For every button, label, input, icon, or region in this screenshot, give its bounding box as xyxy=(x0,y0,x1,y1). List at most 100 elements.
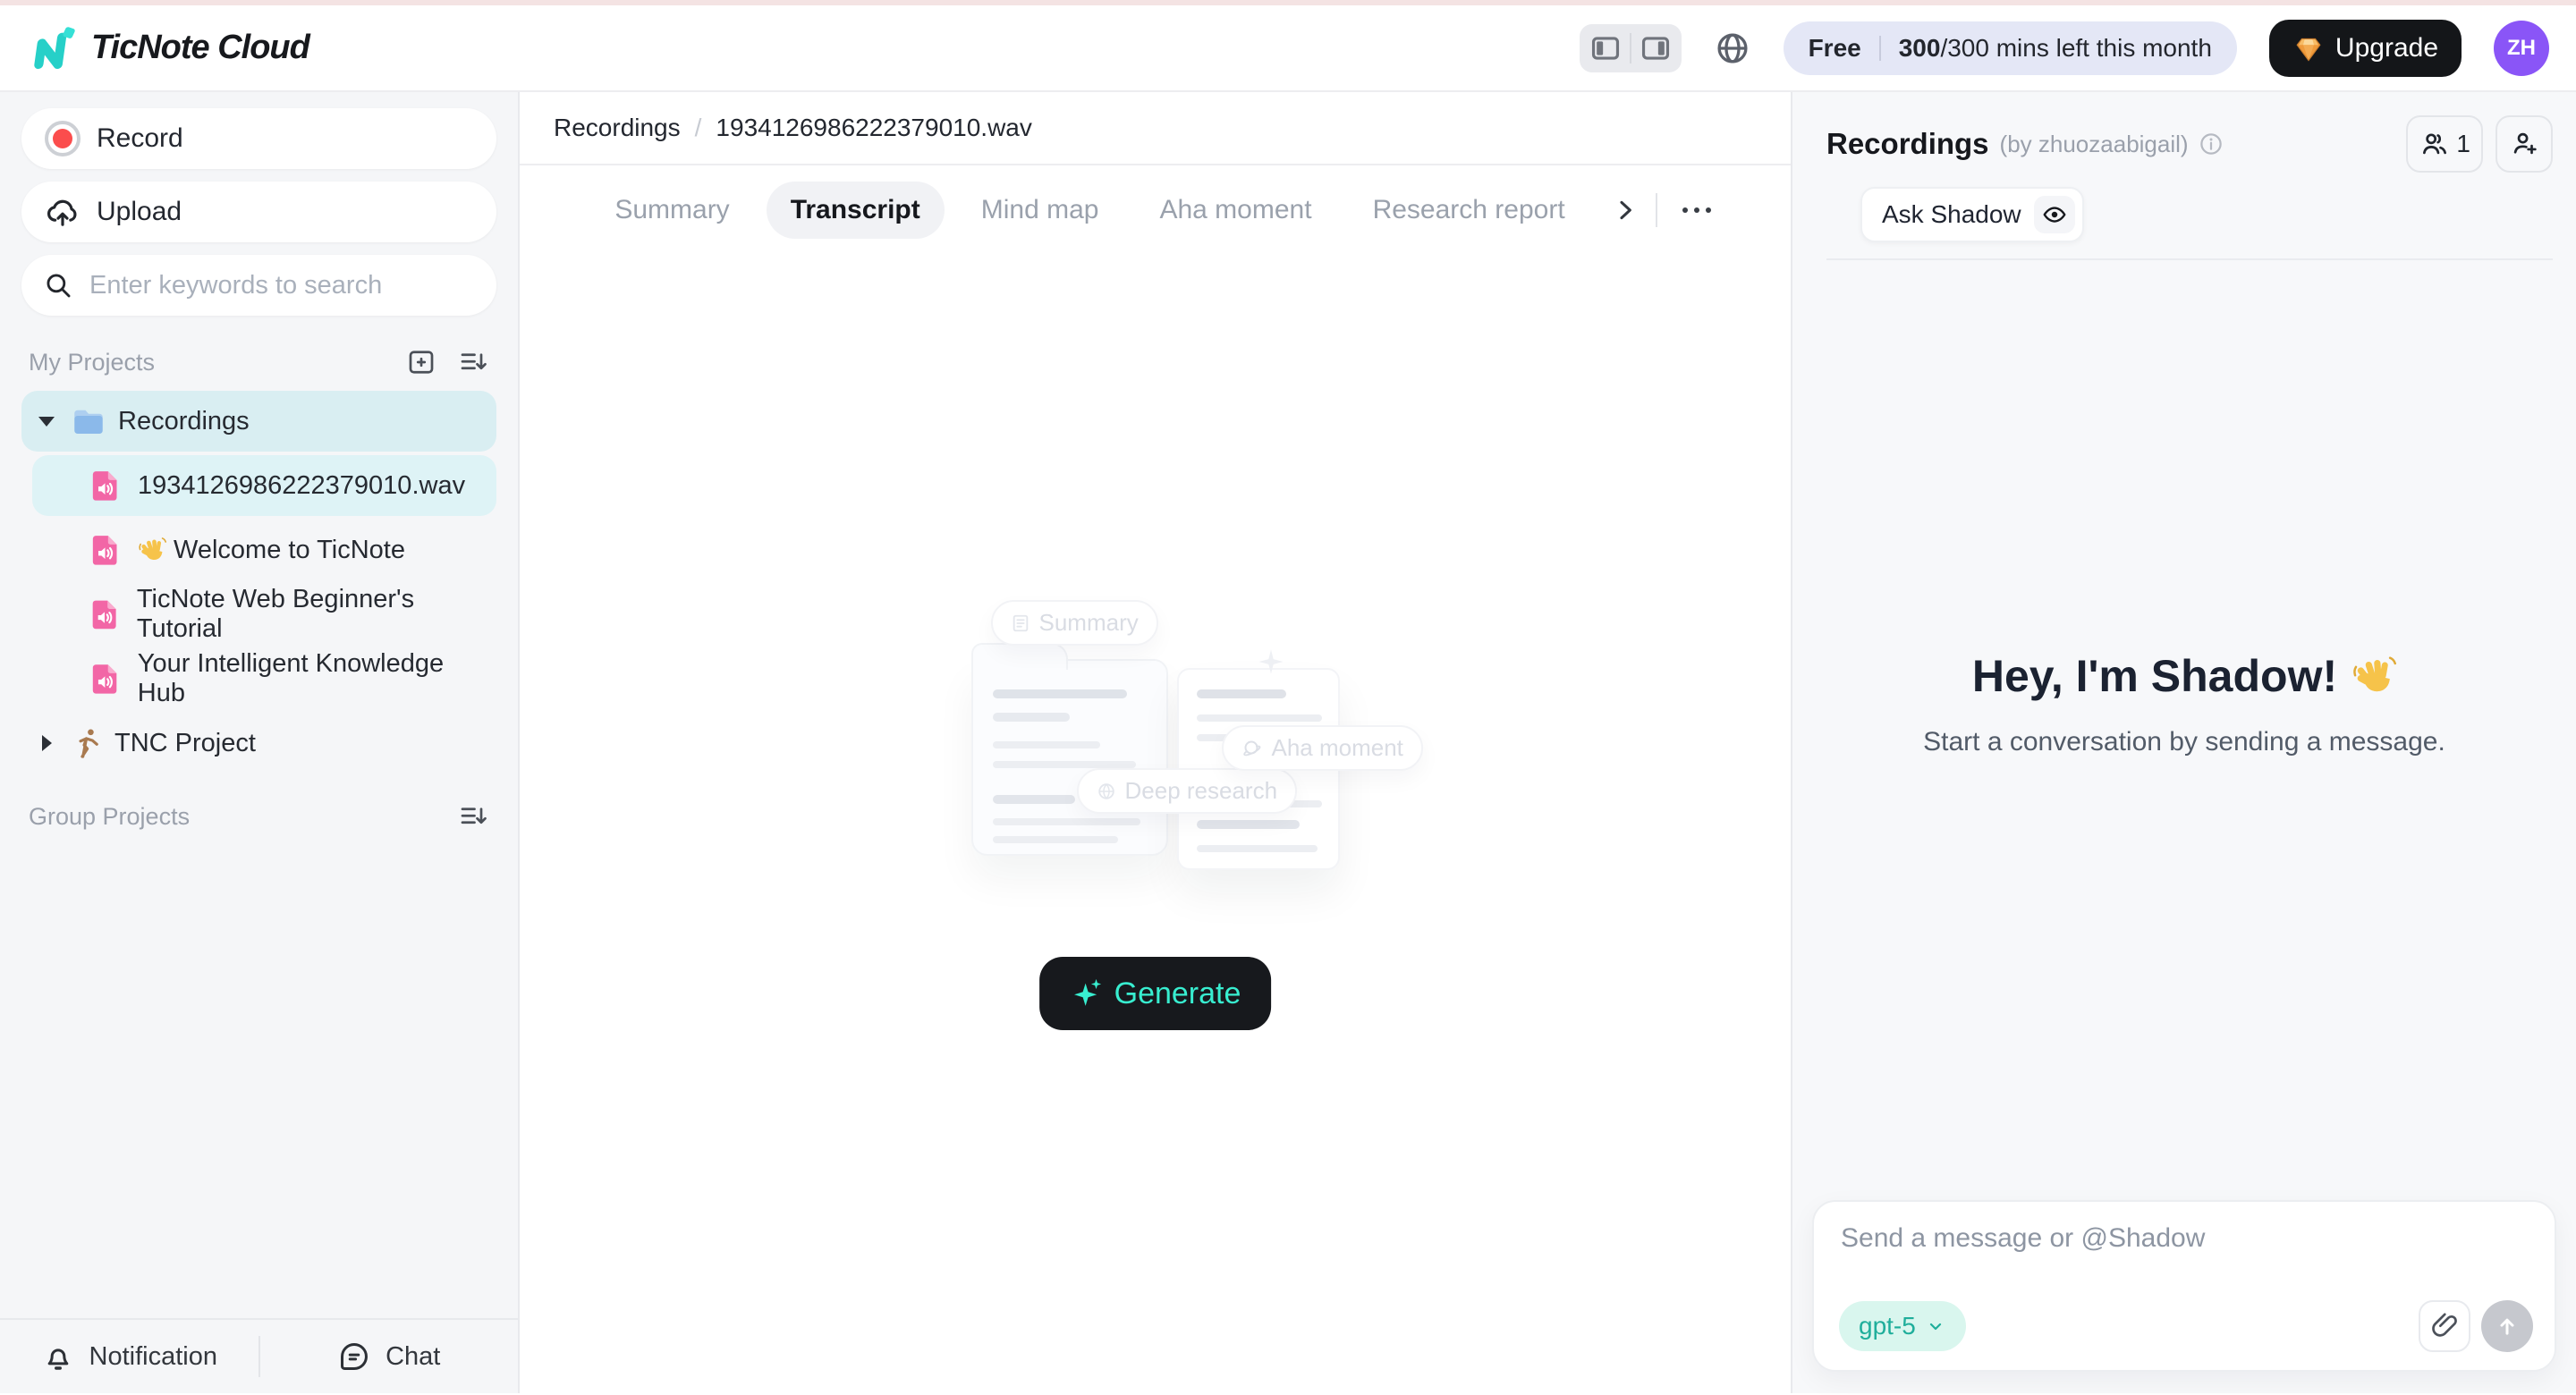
message-input[interactable] xyxy=(1839,1222,2533,1300)
eye-icon xyxy=(2041,201,2068,228)
file-label: TicNote Web Beginner's Tutorial xyxy=(137,585,496,644)
member-count: 1 xyxy=(2456,130,2470,158)
caret-down-icon[interactable] xyxy=(34,417,59,427)
tab-bar: Summary Transcript Mind map Aha moment R… xyxy=(520,165,1791,255)
model-selector[interactable]: gpt-5 xyxy=(1839,1301,1966,1351)
sparkle-icon xyxy=(1070,975,1107,1012)
sidebar-footer: Notification Chat xyxy=(0,1318,518,1393)
sidebar-item-tnc-project[interactable]: TNC Project xyxy=(21,713,496,774)
record-label: Record xyxy=(97,123,183,154)
wave-emoji-icon xyxy=(138,536,166,564)
wave-emoji-icon xyxy=(2351,654,2396,698)
send-button[interactable] xyxy=(2481,1300,2533,1352)
audio-file-icon xyxy=(88,596,123,632)
gem-icon xyxy=(2292,32,2325,64)
chat-label: Chat xyxy=(386,1342,440,1372)
upload-label: Upload xyxy=(97,197,182,227)
tabs-more-button[interactable] xyxy=(1674,199,1720,222)
folder-label: Recordings xyxy=(118,407,250,436)
globe-icon xyxy=(1714,30,1751,67)
avatar-initials: ZH xyxy=(2507,36,2536,61)
panel-toggle-group xyxy=(1580,24,1682,72)
sidebar-item-recordings-folder[interactable]: Recordings xyxy=(21,391,496,452)
chevron-right-icon xyxy=(1611,196,1640,224)
chat-bubble-icon xyxy=(337,1340,371,1374)
search-input[interactable] xyxy=(88,270,475,301)
panel-right-icon xyxy=(1639,31,1673,65)
folder-plus-icon xyxy=(405,346,437,378)
usage-label: 300/300 mins left this month xyxy=(1899,34,2212,63)
new-project-button[interactable] xyxy=(405,346,437,378)
tab-research-report[interactable]: Research report xyxy=(1349,182,1589,239)
ticnote-logo-icon xyxy=(30,24,79,72)
plan-usage-badge: Free 300/300 mins left this month xyxy=(1784,21,2237,75)
user-avatar[interactable]: ZH xyxy=(2494,21,2549,76)
tab-summary[interactable]: Summary xyxy=(590,182,753,239)
brand-logo: TicNote Cloud xyxy=(30,24,309,72)
file-label: Your Intelligent Knowledge Hub xyxy=(138,649,496,708)
chevron-down-icon xyxy=(1925,1315,1946,1337)
panel-left-icon xyxy=(1589,31,1623,65)
record-button[interactable]: Record xyxy=(21,108,496,169)
generate-button[interactable]: Generate xyxy=(1039,957,1272,1030)
tabs-divider xyxy=(1656,193,1657,227)
info-button[interactable] xyxy=(2198,131,2224,157)
tab-transcript[interactable]: Transcript xyxy=(767,182,945,239)
person-plus-icon xyxy=(2509,129,2539,159)
breadcrumb-root[interactable]: Recordings xyxy=(554,114,681,142)
tabs-scroll-right-button[interactable] xyxy=(1611,196,1640,224)
breadcrumb-separator: / xyxy=(695,114,702,142)
sidebar-item-knowledge-hub[interactable]: Your Intelligent Knowledge Hub xyxy=(32,648,496,709)
doc-icon xyxy=(1011,613,1030,633)
visibility-toggle[interactable] xyxy=(2034,196,2075,233)
sort-projects-button[interactable] xyxy=(457,346,489,378)
notification-label: Notification xyxy=(89,1342,217,1372)
sidebar: Record Upload My Projects xyxy=(0,92,520,1393)
members-button[interactable]: 1 xyxy=(2406,115,2483,173)
tab-mind-map[interactable]: Mind map xyxy=(957,182,1123,239)
audio-file-icon xyxy=(88,468,123,503)
globe-faint-icon xyxy=(1097,782,1116,801)
audio-file-icon xyxy=(88,661,123,697)
illustration-summary-pill: Summary xyxy=(991,600,1158,646)
file-label: 1934126986222379010.wav xyxy=(138,471,465,501)
paperclip-icon xyxy=(2429,1311,2460,1341)
group-projects-label: Group Projects xyxy=(29,803,190,831)
message-composer: gpt-5 xyxy=(1812,1200,2556,1372)
toggle-left-panel-button[interactable] xyxy=(1589,31,1623,65)
plan-divider xyxy=(1879,36,1881,61)
caret-right-icon[interactable] xyxy=(34,735,59,751)
chat-button[interactable]: Chat xyxy=(260,1320,519,1393)
bell-icon xyxy=(41,1340,75,1374)
illustration-folder xyxy=(971,659,1168,856)
empty-state-illustration: Summary Deep research Aha moment xyxy=(971,600,1367,877)
runner-emoji-icon xyxy=(70,726,104,760)
sidebar-item-wav-file[interactable]: 1934126986222379010.wav xyxy=(32,455,496,516)
illustration-aha-pill: Aha moment xyxy=(1222,725,1423,771)
sort-group-projects-button[interactable] xyxy=(457,800,489,833)
tab-aha-moment[interactable]: Aha moment xyxy=(1135,182,1335,239)
info-icon xyxy=(2198,131,2224,157)
notification-button[interactable]: Notification xyxy=(0,1320,258,1393)
upgrade-button[interactable]: Upgrade xyxy=(2269,20,2462,77)
toggle-right-panel-button[interactable] xyxy=(1639,31,1673,65)
assistant-owner: (by zhuozaabigail) xyxy=(2000,131,2189,158)
add-member-button[interactable] xyxy=(2496,115,2553,173)
app-header: TicNote Cloud xyxy=(0,5,2576,92)
upload-button[interactable]: Upload xyxy=(21,182,496,242)
file-label: Welcome to TicNote xyxy=(174,536,405,565)
sparkle-decor-icon xyxy=(1256,647,1286,677)
sort-icon xyxy=(457,346,489,378)
assistant-title: Recordings xyxy=(1826,127,1989,161)
sidebar-item-tutorial[interactable]: TicNote Web Beginner's Tutorial xyxy=(32,584,496,645)
audio-file-icon xyxy=(88,532,123,568)
attach-file-button[interactable] xyxy=(2419,1300,2470,1352)
sidebar-item-welcome[interactable]: Welcome to TicNote xyxy=(32,520,496,580)
transcript-empty-state: Summary Deep research Aha moment xyxy=(520,255,1791,1393)
language-globe-button[interactable] xyxy=(1714,30,1751,67)
ask-shadow-label: Ask Shadow xyxy=(1882,200,2021,229)
tab-ask-shadow[interactable]: Ask Shadow xyxy=(1860,187,2084,242)
brand-name: TicNote Cloud xyxy=(91,29,309,67)
breadcrumb: Recordings / 1934126986222379010.wav xyxy=(520,92,1791,165)
sort-icon xyxy=(457,800,489,833)
